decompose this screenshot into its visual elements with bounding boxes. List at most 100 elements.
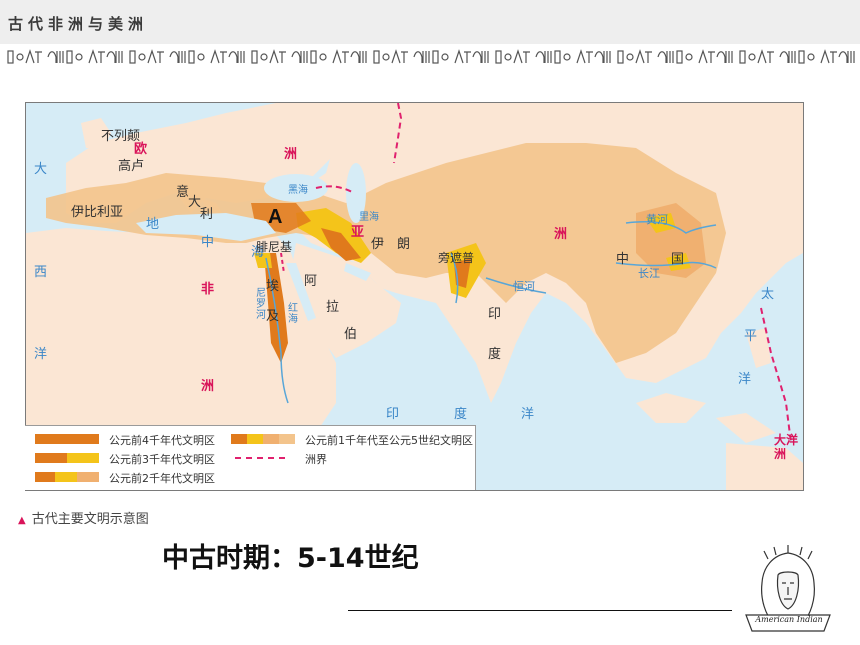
page-title: 古代非洲与美洲 — [8, 15, 149, 33]
hieroglyph-icon — [342, 51, 349, 63]
hieroglyph-icon — [66, 50, 73, 64]
label-phoenicia: 腓尼基 — [256, 240, 293, 254]
label-persia: 伊 朗 — [371, 237, 411, 252]
legend-swatch-2k-c — [77, 472, 99, 482]
hieroglyph-icon — [138, 53, 146, 61]
label-arabia-la: 拉 — [326, 300, 340, 315]
label-asia-zhou: 洲 — [554, 227, 568, 242]
hieroglyph-icon — [847, 51, 855, 63]
hieroglyph-icon — [563, 53, 571, 61]
map-marker-a: A — [268, 206, 283, 228]
hieroglyph-icon — [178, 51, 186, 63]
label-india-yin: 印 — [488, 307, 502, 322]
label-oceania: 大洋洲 — [774, 433, 799, 461]
hieroglyph-icon — [594, 51, 604, 63]
label-asia-ya: 亚 — [351, 225, 365, 240]
hieroglyph-icon — [504, 53, 512, 61]
hieroglyph-icon — [535, 51, 545, 63]
hieroglyph-icon — [310, 50, 317, 64]
legend-swatch-boundary — [235, 457, 285, 459]
label-pacific-yang: 洋 — [738, 372, 752, 387]
label-med-zhong: 中 — [201, 235, 215, 250]
hieroglyph-icon — [698, 49, 708, 64]
hieroglyph-icon — [251, 50, 258, 64]
label-punjab: 旁遮普 — [438, 251, 475, 265]
triangle-icon: ▲ — [18, 515, 26, 526]
hieroglyph-icon — [319, 53, 327, 61]
hieroglyph-icon — [807, 53, 815, 61]
hieroglyph-icon — [359, 51, 367, 63]
legend-swatch-late-c — [263, 434, 279, 444]
hieroglyph-icon — [25, 49, 35, 64]
hieroglyph-icon — [645, 51, 652, 63]
hieroglyph-icon — [35, 51, 42, 63]
hieroglyph-icon — [47, 51, 57, 63]
legend-label-2k: 公元前2千年代文明区 — [109, 472, 215, 485]
label-med-di: 地 — [146, 217, 160, 232]
hieroglyph-icon — [767, 51, 774, 63]
label-india-du: 度 — [488, 347, 502, 362]
hieroglyph-icon — [237, 51, 245, 63]
hieroglyph-icon — [635, 49, 645, 64]
label-huang-he: 黄河 — [646, 213, 668, 226]
label-arabia-bo: 伯 — [344, 327, 358, 342]
label-indian-du: 度 — [454, 407, 468, 422]
hieroglyph-icon — [129, 50, 136, 64]
hieroglyph-icon — [98, 51, 105, 63]
hieroglyph-icon — [382, 53, 390, 61]
hieroglyph-icon — [798, 50, 805, 64]
hieroglyph-icon — [617, 50, 624, 64]
label-europe-ou: 欧 — [134, 142, 148, 157]
hieroglyph-icon — [554, 50, 561, 64]
hieroglyph-icon — [332, 49, 342, 64]
label-pacific-tai: 太 — [761, 287, 775, 302]
hieroglyph-icon — [401, 51, 408, 63]
legend-swatch-late-b — [247, 434, 263, 444]
hieroglyph-icon — [413, 51, 423, 63]
hieroglyph-icon — [685, 53, 693, 61]
hieroglyph-icon — [626, 53, 634, 61]
label-atlantic-yang: 洋 — [34, 347, 48, 362]
label-africa-fei: 非 — [201, 282, 215, 297]
hieroglyph-icon — [725, 51, 733, 63]
hieroglyph-icon — [830, 51, 837, 63]
legend-swatch-late-d — [279, 434, 295, 444]
label-italy-li: 利 — [200, 207, 214, 222]
hieroglyph-icon — [739, 50, 746, 64]
hieroglyph-icon — [788, 51, 796, 63]
legend-label-late: 公元前1千年代至公元5世纪文明区 — [305, 434, 473, 447]
label-nile: 尼罗河 — [256, 288, 266, 321]
hieroglyph-icon — [757, 49, 767, 64]
hieroglyph-icon — [391, 49, 401, 64]
label-arabia-a: 阿 — [304, 274, 318, 289]
hieroglyph-icon — [513, 49, 523, 64]
hieroglyph-icon — [169, 51, 179, 63]
hieroglyph-icon — [147, 49, 157, 64]
hieroglyph-icon — [495, 50, 502, 64]
hieroglyph-icon — [350, 51, 360, 63]
label-china-zhong: 中 — [616, 252, 630, 267]
hieroglyph-icon — [422, 51, 430, 63]
map-legend: 公元前4千年代文明区 公元前3千年代文明区 公元前2千年代文明区 公元前1千年代… — [25, 425, 476, 490]
hieroglyph-icon — [544, 51, 552, 63]
label-atlantic-da: 大 — [34, 162, 48, 177]
legend-swatch-3k-b — [67, 453, 99, 463]
label-pacific-ping: 平 — [744, 329, 758, 344]
legend-label-boundary: 洲界 — [305, 453, 327, 466]
hieroglyph-icon — [7, 50, 14, 64]
hieroglyph-icon — [838, 51, 848, 63]
hieroglyph-icon — [523, 51, 530, 63]
hieroglyph-icon — [269, 49, 279, 64]
hieroglyph-icon — [779, 51, 789, 63]
hieroglyph-icon — [188, 50, 195, 64]
label-ganges: 恒河 — [513, 280, 535, 293]
label-black-sea: 黑海 — [288, 185, 308, 196]
label-atlantic-xi: 西 — [34, 265, 48, 280]
map-caption: ▲ 古代主要文明示意图 — [18, 508, 149, 527]
hieroglyph-icon — [657, 51, 667, 63]
label-gaul: 高卢 — [118, 159, 145, 174]
hieroglyph-icon — [464, 51, 471, 63]
label-europe-zhou: 洲 — [284, 147, 298, 162]
hieroglyph-icon — [157, 51, 164, 63]
legend-swatch-2k-b — [55, 472, 77, 482]
